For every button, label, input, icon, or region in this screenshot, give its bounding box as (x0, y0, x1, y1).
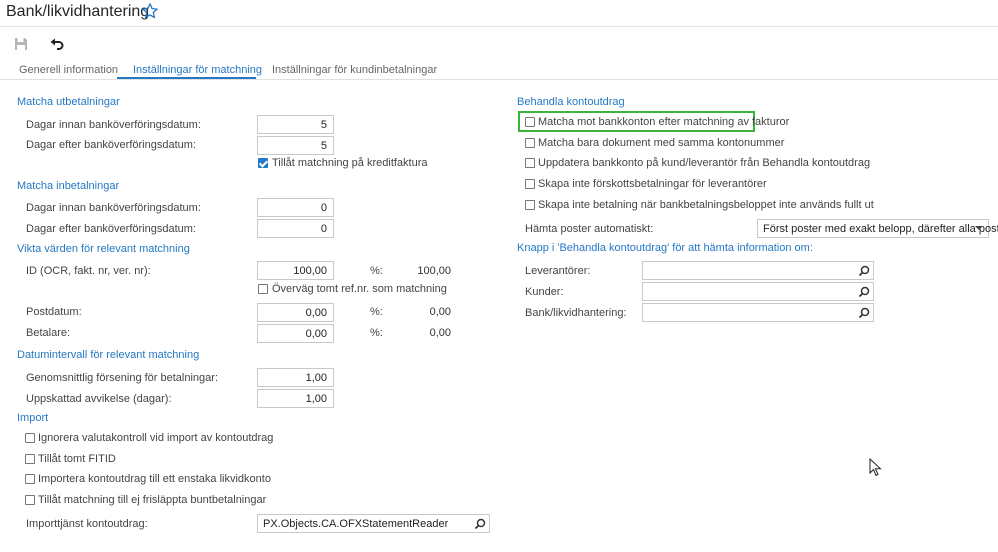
tab-general-information[interactable]: Generell information (19, 64, 118, 78)
import-option-checkbox[interactable] (25, 495, 35, 505)
tabs-divider (0, 79, 998, 80)
customers-label: Kunder: (525, 286, 564, 298)
import-option-checkbox[interactable] (25, 454, 35, 464)
import-option-label: Ignorera valutakontroll vid import av ko… (38, 432, 274, 444)
undo-icon[interactable] (49, 36, 65, 52)
id-percent-value: 100,00 (417, 265, 451, 277)
tab-customer-payment-settings[interactable]: Inställningar för kundinbetalningar (272, 64, 437, 78)
search-icon[interactable] (858, 307, 870, 319)
section-weights: Vikta värden för relevant matchning (17, 243, 190, 255)
empty-ref-label: Överväg tomt ref.nr. som matchning (272, 283, 447, 295)
vendors-label: Leverantörer: (525, 265, 591, 277)
page-title: Bank/likvidhantering (6, 3, 150, 20)
process-option-label: Matcha mot bankkonton efter matchning av… (538, 116, 790, 128)
incoming-days-after-label: Dagar efter banköverföringsdatum: (26, 223, 196, 235)
section-button-info: Knapp i 'Behandla kontoutdrag' för att h… (517, 242, 813, 254)
empty-ref-checkbox[interactable] (258, 284, 268, 294)
process-option-label: Skapa inte betalning när bankbetalningsb… (538, 199, 874, 211)
import-option-label: Tillåt matchning till ej frisläppta bunt… (38, 494, 267, 506)
section-outgoing-matching: Matcha utbetalningar (17, 96, 120, 108)
mouse-cursor-icon (869, 458, 882, 477)
avg-delay-input[interactable]: 1,00 (257, 368, 334, 387)
incoming-days-before-input[interactable]: 0 (257, 198, 334, 217)
section-import: Import (17, 412, 49, 424)
import-service-label: Importtjänst kontoutdrag: (26, 518, 148, 530)
customers-input[interactable] (642, 282, 874, 301)
process-option-label: Matcha bara dokument med samma kontonumm… (538, 137, 785, 149)
outgoing-days-before-label: Dagar innan banköverföringsdatum: (26, 119, 201, 131)
process-option-checkbox[interactable] (525, 200, 535, 210)
id-weight-label: ID (OCR, fakt. nr, ver. nr): (26, 265, 151, 277)
bank-label: Bank/likvidhantering: (525, 307, 627, 319)
postdate-weight-input[interactable]: 0,00 (257, 303, 334, 322)
search-icon[interactable] (474, 518, 486, 530)
star-icon[interactable] (141, 2, 159, 20)
search-icon[interactable] (858, 286, 870, 298)
outgoing-days-after-label: Dagar efter banköverföringsdatum: (26, 139, 196, 151)
vendors-input[interactable] (642, 261, 874, 280)
process-option-label: Skapa inte förskottsbetalningar för leve… (538, 178, 767, 190)
import-option-label: Importera kontoutdrag till ett enstaka l… (38, 473, 271, 485)
process-option-checkbox[interactable] (525, 158, 535, 168)
import-option-checkbox[interactable] (25, 474, 35, 484)
credit-invoice-checkbox[interactable] (258, 158, 268, 168)
payer-percent-label: %: (370, 327, 383, 339)
import-service-input[interactable]: PX.Objects.CA.OFXStatementReader (257, 514, 490, 533)
section-incoming-matching: Matcha inbetalningar (17, 180, 120, 192)
process-option-label: Uppdatera bankkonto på kund/leverantör f… (538, 157, 871, 169)
payer-weight-label: Betalare: (26, 327, 71, 339)
process-option-checkbox[interactable] (525, 117, 535, 127)
process-option-checkbox[interactable] (525, 138, 535, 148)
postdate-weight-label: Postdatum: (26, 306, 82, 318)
chevron-down-icon[interactable] (975, 226, 983, 230)
avg-delay-label: Genomsnittlig försening för betalningar: (26, 372, 218, 384)
incoming-days-after-input[interactable]: 0 (257, 219, 334, 238)
id-percent-label: %: (370, 265, 383, 277)
est-deviation-label: Uppskattad avvikelse (dagar): (26, 393, 172, 405)
import-option-checkbox[interactable] (25, 433, 35, 443)
postdate-percent-label: %: (370, 306, 383, 318)
id-weight-input[interactable]: 100,00 (257, 261, 334, 280)
process-option-checkbox[interactable] (525, 179, 535, 189)
payer-percent-value: 0,00 (429, 327, 451, 339)
credit-invoice-label: Tillåt matchning på kreditfaktura (272, 157, 428, 169)
fetch-entries-select[interactable]: Först poster med exakt belopp, därefter … (757, 219, 998, 238)
est-deviation-input[interactable]: 1,00 (257, 389, 334, 408)
incoming-days-before-label: Dagar innan banköverföringsdatum: (26, 202, 201, 214)
search-icon[interactable] (858, 265, 870, 277)
postdate-percent-value: 0,00 (429, 306, 451, 318)
section-process-statements: Behandla kontoutdrag (517, 96, 625, 108)
payer-weight-input[interactable]: 0,00 (257, 324, 334, 343)
save-icon[interactable] (13, 36, 29, 52)
import-option-label: Tillåt tomt FITID (38, 453, 116, 465)
title-divider (0, 26, 998, 27)
outgoing-days-after-input[interactable]: 5 (257, 136, 334, 155)
bank-input[interactable] (642, 303, 874, 322)
outgoing-days-before-input[interactable]: 5 (257, 115, 334, 134)
tab-matching-settings[interactable]: Inställningar för matchning (133, 64, 262, 78)
fetch-entries-label: Hämta poster automatiskt: (525, 223, 654, 235)
section-date-interval: Datumintervall för relevant matchning (17, 349, 200, 361)
